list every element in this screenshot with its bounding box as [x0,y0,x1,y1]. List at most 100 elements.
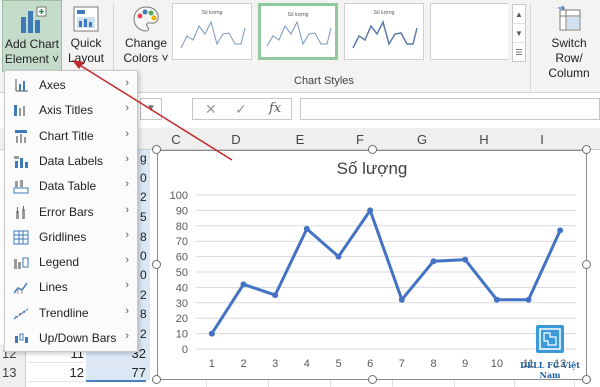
gallery-down-icon[interactable]: ▼ [513,24,525,43]
partial-cell[interactable]: 0 [140,171,147,185]
change-colors-label-2: Colors ˅ [123,51,169,65]
column-header[interactable]: D [226,132,246,147]
formula-icons: ✕ ✓ fx [192,98,292,120]
cell-b13[interactable]: 12 [28,363,84,382]
menu-item-gridlines[interactable]: Gridlines › [5,225,137,250]
ribbon-separator [530,4,531,90]
add-chart-element-button[interactable]: Add Chart Element ˅ [2,0,62,72]
y-tick-label: 60 [176,252,188,264]
name-box-dropdown-icon[interactable]: ▼ [140,98,162,120]
menu-item-label: Error Bars [39,204,94,219]
resize-handle[interactable] [582,145,591,154]
gallery-more-icon[interactable]: ☰ [513,43,525,62]
resize-handle[interactable] [152,145,161,154]
menu-item-trendline[interactable]: Trendline › [5,301,137,326]
line-chart[interactable]: Số lượng 0 10 20 30 40 50 60 70 80 90 100 1 2 3 4 5 6 7 8 9… [157,150,587,380]
chart-style-1[interactable]: Số lượng [172,3,252,60]
partial-cell[interactable]: 0 [140,249,147,263]
y-tick-label: 40 [176,282,188,294]
data-labels-icon [13,154,29,169]
change-colors-button[interactable]: Change Colors ˅ [122,0,170,72]
chevron-right-icon: › [125,254,129,267]
menu-item-up-down-bars[interactable]: Up/Down Bars › [5,326,137,351]
x-tick-label: 6 [367,358,373,370]
cell-c13[interactable]: 77 [86,363,146,382]
partial-cell[interactable]: 8 [140,307,147,321]
quick-layout-button[interactable]: Quick Layout ˅ [64,0,108,80]
axis-titles-icon [13,103,29,118]
resize-handle[interactable] [582,260,591,269]
watermark-logo: DELL FC Việt Nam [516,325,584,380]
column-header[interactable]: H [474,132,494,147]
chevron-right-icon: › [125,152,129,165]
switch-row-column-button[interactable]: Switch Row/ Column [538,0,600,80]
menu-item-label: Legend [39,255,80,270]
resize-handle[interactable] [368,375,377,384]
x-tick-label: 4 [304,358,310,370]
chevron-right-icon: › [125,304,129,317]
chart-style-3[interactable]: Số lượng [344,3,424,60]
chart-title-icon [13,129,29,144]
gallery-up-icon[interactable]: ▲ [513,5,525,24]
cancel-icon[interactable]: ✕ [205,101,217,118]
add-chart-element-icon [17,5,47,35]
menu-item-legend[interactable]: Legend › [5,250,137,275]
menu-item-axes[interactable]: Axes › [5,73,137,98]
quick-layout-icon [71,4,101,34]
chevron-right-icon: › [125,127,129,140]
column-header[interactable]: C [166,132,186,147]
partial-cell[interactable]: 8 [140,230,147,244]
column-header[interactable]: I [532,132,552,147]
partial-cell[interactable]: 2 [140,327,147,341]
menu-item-error-bars[interactable]: Error Bars › [5,200,137,225]
y-tick-label: 50 [176,267,188,279]
resize-handle[interactable] [368,145,377,154]
resize-handle[interactable] [152,375,161,384]
chevron-right-icon: › [125,178,129,191]
data-point [367,207,374,214]
x-tick-label: 5 [335,358,341,370]
formula-input[interactable] [300,98,600,120]
data-point [557,227,564,234]
menu-item-axis-titles[interactable]: Axis Titles › [5,98,137,123]
column-header[interactable]: F [350,132,370,147]
x-tick-label: 8 [430,358,436,370]
menu-item-chart-title[interactable]: Chart Title › [5,124,137,149]
chart-style-2[interactable]: Số lượng [258,3,338,60]
switch-row-column-icon [554,4,584,34]
chart-styles-gallery: Số lượng Số lượng Số lượng [170,3,508,63]
partial-cell[interactable]: 2 [140,288,147,302]
switch-row-column-label-2: Column [548,66,590,80]
data-point [208,330,215,337]
partial-cell[interactable]: 5 [140,210,147,224]
menu-item-label: Data Table [39,179,97,194]
chevron-right-icon: › [125,330,129,342]
data-table-icon [13,179,29,194]
menu-item-lines[interactable]: Lines › [5,275,137,300]
up-down-bars-icon [13,331,29,346]
partial-cell[interactable]: 2 [140,190,147,204]
resize-handle[interactable] [152,260,161,269]
partial-cell[interactable]: 0 [140,268,147,282]
enter-icon[interactable]: ✓ [235,101,247,118]
column-header[interactable]: G [412,132,432,147]
column-header[interactable]: E [290,132,310,147]
menu-item-label: Trendline [39,305,89,320]
chevron-right-icon: › [125,228,129,241]
chart-style-4[interactable] [430,3,508,60]
menu-item-data-table[interactable]: Data Table › [5,174,137,199]
menu-item-label: Data Labels [39,153,104,168]
gallery-scrollbar[interactable]: ▲ ▼ ☰ [512,4,526,62]
add-chart-element-label-2: Element ˅ [4,52,60,66]
row-header[interactable] [0,382,26,387]
menu-item-data-labels[interactable]: Data Labels › [5,149,137,174]
y-tick-label: 20 [176,313,188,325]
menu-item-label: Axes [39,78,66,92]
switch-row-column-label-1: Switch Row/ [551,36,587,65]
resize-handle[interactable] [582,375,591,384]
data-point [303,225,310,232]
partial-cell[interactable]: g [140,151,147,165]
menu-item-label: Axis Titles [39,103,94,118]
insert-function-icon[interactable]: fx [269,101,281,116]
row-header[interactable]: 13 [0,363,26,382]
